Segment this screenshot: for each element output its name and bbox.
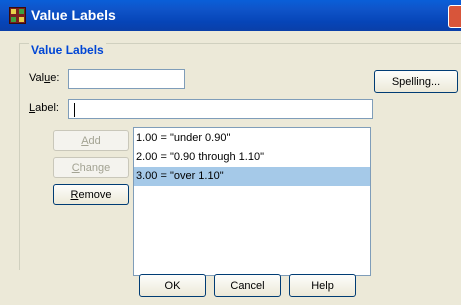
list-item-selected[interactable]: 3.00 = "over 1.10" (134, 167, 370, 186)
value-labels-list[interactable]: 1.00 = "under 0.90" 2.00 = "0.90 through… (133, 127, 371, 276)
help-button[interactable]: Help (289, 274, 356, 297)
label-input[interactable] (68, 99, 373, 119)
label-label-post: abel: (35, 102, 59, 114)
label-label: Label: (29, 102, 59, 114)
change-button[interactable]: Change (53, 157, 129, 178)
dialog-body: Value Labels Value: Spelling... Label: A… (0, 31, 461, 305)
title-bar[interactable]: Value Labels (0, 0, 461, 31)
add-button[interactable]: Add (53, 130, 129, 151)
list-item[interactable]: 2.00 = "0.90 through 1.10" (134, 148, 370, 167)
text-caret (74, 103, 75, 117)
app-icon (9, 7, 26, 24)
list-item[interactable]: 1.00 = "under 0.90" (134, 129, 370, 148)
cancel-button[interactable]: Cancel (214, 274, 281, 297)
value-input[interactable] (68, 69, 185, 89)
window-title: Value Labels (31, 7, 116, 23)
change-rest: hange (79, 161, 111, 174)
remove-button[interactable]: Remove (53, 184, 129, 205)
value-label: Value: (29, 72, 59, 84)
close-icon[interactable] (448, 5, 461, 28)
change-accel: C (71, 161, 80, 174)
add-rest: dd (88, 134, 101, 147)
add-accel: A (81, 134, 89, 147)
value-label-pre: Val (29, 72, 45, 84)
ok-button[interactable]: OK (139, 274, 206, 297)
remove-rest: emove (78, 188, 112, 201)
value-label-post: e: (50, 72, 60, 84)
spelling-button[interactable]: Spelling... (374, 70, 458, 93)
group-title: Value Labels (29, 43, 106, 57)
